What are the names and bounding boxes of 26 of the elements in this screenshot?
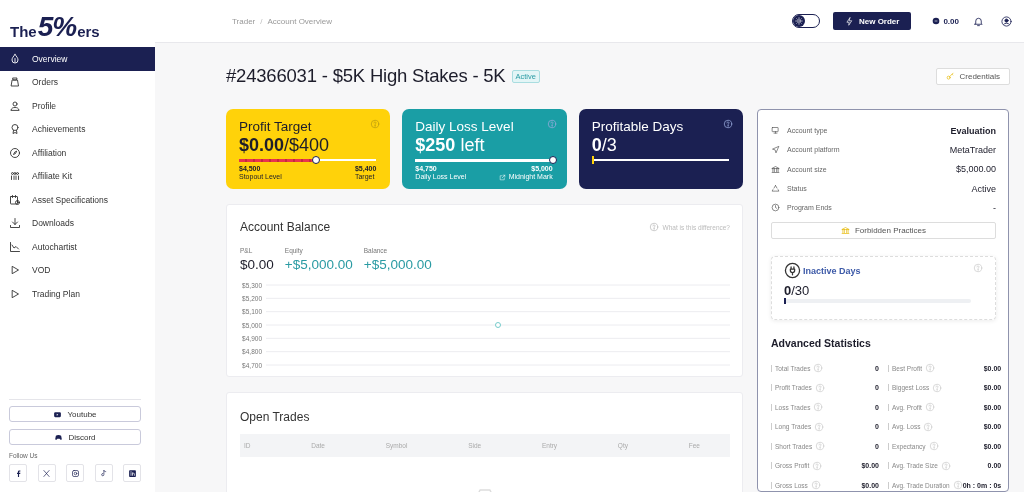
- card-title: Profitable Days: [591, 119, 684, 134]
- info-value: -: [993, 202, 996, 213]
- card-value: $250 left: [415, 135, 486, 156]
- metric-value: +$5,000.00: [363, 257, 432, 272]
- metric-value: +$5,000.00: [284, 257, 353, 272]
- metric-value: $0.00: [240, 257, 274, 272]
- info-value: Active: [971, 183, 996, 194]
- account-title: #24366031 - $5K High Stakes - 5K: [226, 65, 506, 87]
- card-value: $0.00/$400: [239, 135, 331, 156]
- card-title: Inactive Days: [803, 266, 861, 276]
- logo-mark: 5%: [37, 14, 77, 40]
- balance-amount: 0.00: [943, 16, 959, 26]
- card-title: Daily Loss Level: [415, 119, 514, 134]
- info-value: $5,000.00: [955, 164, 996, 175]
- breadcrumb-separator: /: [260, 16, 263, 26]
- breadcrumb-current: Account Overview: [267, 16, 332, 26]
- card-value: 0/3: [591, 135, 618, 156]
- card-title: Account Balance: [240, 220, 331, 234]
- section-title: Advanced Statistics: [771, 337, 872, 350]
- info-value: Evaluation: [950, 125, 996, 136]
- card-title: Profit Target: [239, 119, 312, 134]
- card-title: Open Trades: [240, 410, 311, 424]
- info-value: MetaTrader: [949, 144, 996, 155]
- inactive-days-value: 0/30: [784, 283, 811, 299]
- logo-text: The: [10, 23, 37, 40]
- logo-text: ers: [77, 23, 100, 40]
